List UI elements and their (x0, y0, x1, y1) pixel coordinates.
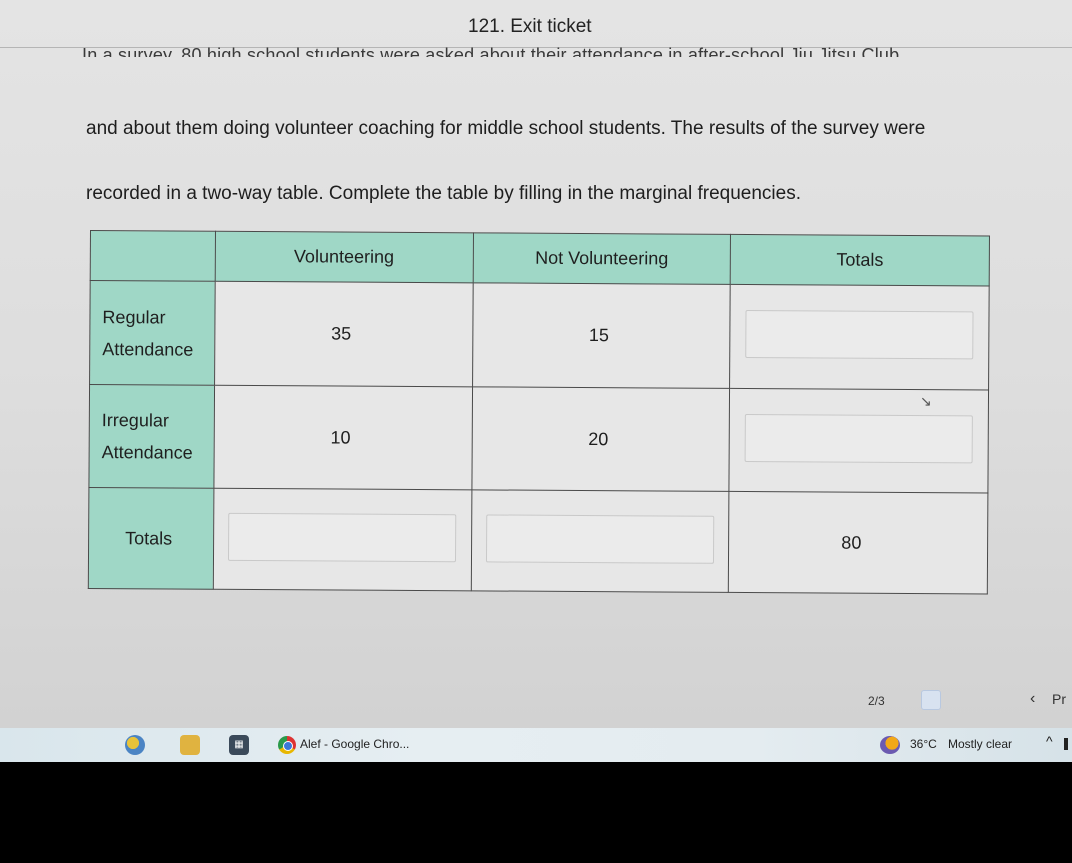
question-text-line-2: and about them doing volunteer coaching … (86, 118, 926, 139)
row-label: Regular (102, 306, 166, 327)
page-box-icon[interactable] (921, 690, 941, 710)
chrome-icon[interactable] (278, 736, 296, 754)
question-title: 121. Exit ticket (468, 16, 592, 37)
two-way-table: Volunteering Not Volunteering Totals Reg… (88, 230, 990, 594)
taskbar: ▦ Alef - Google Chro... 36°C Mostly clea… (0, 728, 1072, 762)
weather-temperature[interactable]: 36°C (910, 737, 937, 751)
weather-icon[interactable] (880, 736, 900, 754)
taskbar-app-label[interactable]: Alef - Google Chro... (300, 737, 409, 751)
row-label: Attendance (101, 442, 193, 463)
row-header-irregular: Irregular Attendance (88, 384, 215, 489)
cell-irregular-total (729, 388, 989, 493)
weather-condition[interactable]: Mostly clear (948, 737, 1012, 751)
cell-totals-not-volunteering (470, 489, 730, 593)
cell-irregular-not-volunteering: 20 (471, 386, 730, 492)
answer-box-irregular-total[interactable] (744, 413, 973, 463)
row-header-regular: Regular Attendance (89, 280, 215, 386)
header-not-volunteering: Not Volunteering (472, 232, 731, 285)
prev-button-label[interactable]: Pr (1052, 691, 1066, 707)
question-text-line-1: In a survey, 80 high school students wer… (82, 45, 900, 57)
screen: 121. Exit ticket In a survey, 80 high sc… (0, 0, 1072, 728)
cell-totals-volunteering (213, 488, 472, 591)
answer-box-total-volunteering[interactable] (228, 512, 457, 562)
row-label: Attendance (102, 338, 194, 360)
mouse-cursor-icon: ↘ (920, 393, 932, 409)
cell-irregular-volunteering: 10 (213, 385, 473, 490)
widgets-icon[interactable] (125, 735, 145, 755)
corner-cell (90, 230, 216, 282)
cell-regular-volunteering: 35 (214, 281, 473, 387)
answer-box-total-not-volunteering[interactable] (485, 513, 715, 564)
question-text-line-3: recorded in a two-way table. Complete th… (86, 183, 801, 204)
answer-box-regular-total[interactable] (745, 310, 974, 360)
header-volunteering: Volunteering (214, 231, 474, 283)
chevron-up-icon[interactable]: ^ (1046, 733, 1053, 749)
header-totals: Totals (730, 234, 990, 286)
row-label: Irregular (101, 410, 169, 431)
cell-regular-total (729, 284, 990, 390)
cell-regular-not-volunteering: 15 (472, 282, 731, 389)
row-header-totals: Totals (88, 487, 214, 590)
page-indicator: 2/3 (868, 694, 885, 708)
chevron-left-icon[interactable]: ‹ (1030, 690, 1035, 708)
tray-icon[interactable] (1064, 738, 1068, 750)
file-explorer-icon[interactable] (180, 735, 200, 755)
store-icon[interactable]: ▦ (229, 735, 249, 755)
cell-grand-total: 80 (728, 491, 988, 594)
